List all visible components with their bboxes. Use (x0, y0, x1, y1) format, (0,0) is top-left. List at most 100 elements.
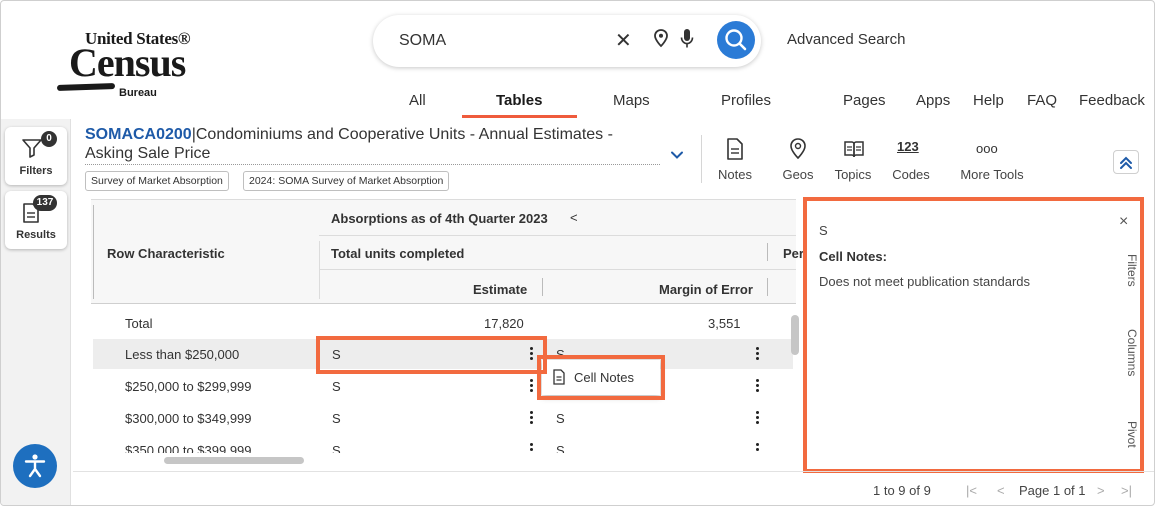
topics-label: Topics (834, 167, 872, 182)
microphone-icon[interactable] (679, 27, 695, 51)
side-tab-filters[interactable]: Filters (1125, 254, 1139, 287)
search-button[interactable] (717, 21, 755, 59)
more-tools-label: More Tools (960, 167, 1024, 182)
double-chevron-up-icon (1120, 156, 1132, 169)
geos-tool[interactable]: Geos (782, 137, 814, 182)
tools-separator (701, 135, 702, 183)
table-footer (73, 471, 1154, 505)
row-label: Total (125, 316, 153, 331)
logo-swoosh (56, 82, 116, 92)
geos-label: Geos (782, 167, 814, 182)
row-label: $250,000 to $299,999 (125, 379, 252, 394)
chevron-down-icon[interactable] (669, 147, 685, 163)
filters-badge: 0 (41, 131, 57, 147)
collapse-button[interactable] (1113, 150, 1139, 174)
accessibility-icon (24, 454, 46, 478)
highlight-box-cell (316, 336, 547, 374)
notes-label: Notes (718, 167, 752, 182)
col-divider-2 (542, 278, 543, 296)
col-divider-4 (767, 243, 768, 261)
chip-survey[interactable]: Survey of Market Absorption (85, 171, 229, 191)
cell-estimate[interactable]: S (332, 443, 341, 453)
table-title: SOMACA0200|Condominiums and Cooperative … (85, 125, 665, 163)
group-header-border (319, 235, 796, 236)
topics-book-icon (844, 141, 864, 158)
results-button[interactable]: 137 Results (5, 191, 67, 249)
results-label: Results (16, 229, 56, 241)
cell-menu-icon[interactable] (530, 411, 534, 427)
accessibility-button[interactable] (13, 444, 57, 488)
cell-menu-icon[interactable] (756, 443, 760, 451)
subheader-border (319, 269, 796, 270)
group-collapse-chevron[interactable]: < (570, 210, 578, 225)
cell-moe[interactable]: S (556, 443, 565, 453)
row-label: $300,000 to $349,999 (125, 411, 252, 426)
cell-estimate[interactable]: S (332, 411, 341, 426)
tab-tables[interactable]: Tables (496, 92, 542, 109)
geos-pin-icon (790, 138, 806, 160)
pagination-range: 1 to 9 of 9 (873, 483, 931, 498)
cell-menu-icon[interactable] (530, 379, 534, 395)
tab-help[interactable]: Help (973, 92, 1004, 109)
advanced-search-link[interactable]: Advanced Search (787, 31, 905, 48)
page-indicator: Page 1 of 1 (1019, 483, 1086, 498)
cell-menu-icon[interactable] (756, 379, 760, 395)
topics-tool[interactable]: Topics (835, 137, 871, 182)
cell-moe[interactable]: 3,551 (708, 316, 741, 331)
tab-all[interactable]: All (409, 92, 426, 109)
chip-vintage[interactable]: 2024: SOMA Survey of Market Absorption (243, 171, 450, 191)
row-label: Less than $250,000 (125, 347, 240, 362)
more-dots-icon: ooo (976, 141, 998, 156)
tab-maps[interactable]: Maps (613, 92, 650, 109)
cell-menu-icon[interactable] (530, 443, 534, 451)
header-bottom-border (91, 303, 796, 304)
horizontal-scrollbar[interactable] (164, 457, 304, 464)
col-divider-3 (767, 278, 768, 296)
cell-menu-icon[interactable] (756, 411, 760, 427)
title-line2: Asking Sale Price (85, 145, 211, 162)
row-label: $350,000 to $399,999 (125, 443, 252, 453)
cell-moe[interactable]: S (556, 411, 565, 426)
total-units-header: Total units completed (331, 246, 465, 261)
cell-estimate[interactable]: 17,820 (484, 316, 524, 331)
main-nav: All Tables Maps Profiles Pages Apps Help… (1, 92, 1154, 116)
clear-icon[interactable]: ✕ (615, 29, 632, 53)
col-divider-1 (319, 241, 320, 299)
side-tab-columns[interactable]: Columns (1125, 329, 1139, 376)
app-frame: United States® Census Bureau ✕ Advanced … (0, 0, 1155, 506)
side-tab-pivot[interactable]: Pivot (1125, 421, 1139, 448)
results-badge: 137 (33, 195, 57, 211)
search-input[interactable] (399, 29, 599, 53)
notes-icon (727, 138, 743, 160)
next-page-button[interactable]: > (1097, 483, 1105, 498)
prev-page-button[interactable]: < (997, 483, 1005, 498)
tab-apps[interactable]: Apps (916, 92, 950, 109)
tab-feedback[interactable]: Feedback (1079, 92, 1145, 109)
moe-header[interactable]: Margin of Error (659, 282, 753, 297)
tab-profiles[interactable]: Profiles (721, 92, 771, 109)
title-line1: Condominiums and Cooperative Units - Ann… (195, 126, 613, 143)
cell-estimate[interactable]: S (332, 379, 341, 394)
row-characteristic-header: Row Characteristic (107, 246, 225, 261)
tab-pages[interactable]: Pages (843, 92, 886, 109)
last-page-button[interactable]: >| (1121, 483, 1132, 498)
title-underline (85, 164, 660, 165)
notes-tool[interactable]: Notes (718, 137, 752, 182)
header-top-border (91, 199, 796, 200)
first-page-button[interactable]: |< (966, 483, 977, 498)
active-tab-underline (462, 115, 577, 118)
census-logo[interactable]: United States® Census Bureau (56, 21, 207, 99)
filters-button[interactable]: 0 Filters (5, 127, 67, 185)
highlight-box-panel (803, 197, 1144, 473)
vertical-scrollbar[interactable] (791, 315, 799, 355)
tab-faq[interactable]: FAQ (1027, 92, 1057, 109)
search-icon (725, 29, 747, 51)
filters-label: Filters (19, 165, 53, 177)
estimate-header[interactable]: Estimate (473, 282, 527, 297)
logo-line2: Census (69, 40, 186, 85)
next-subheader: Per (783, 246, 804, 261)
cell-menu-icon[interactable] (756, 347, 760, 363)
left-border (93, 205, 94, 299)
codes-label: Codes (892, 167, 930, 182)
location-pin-icon[interactable] (653, 27, 669, 51)
